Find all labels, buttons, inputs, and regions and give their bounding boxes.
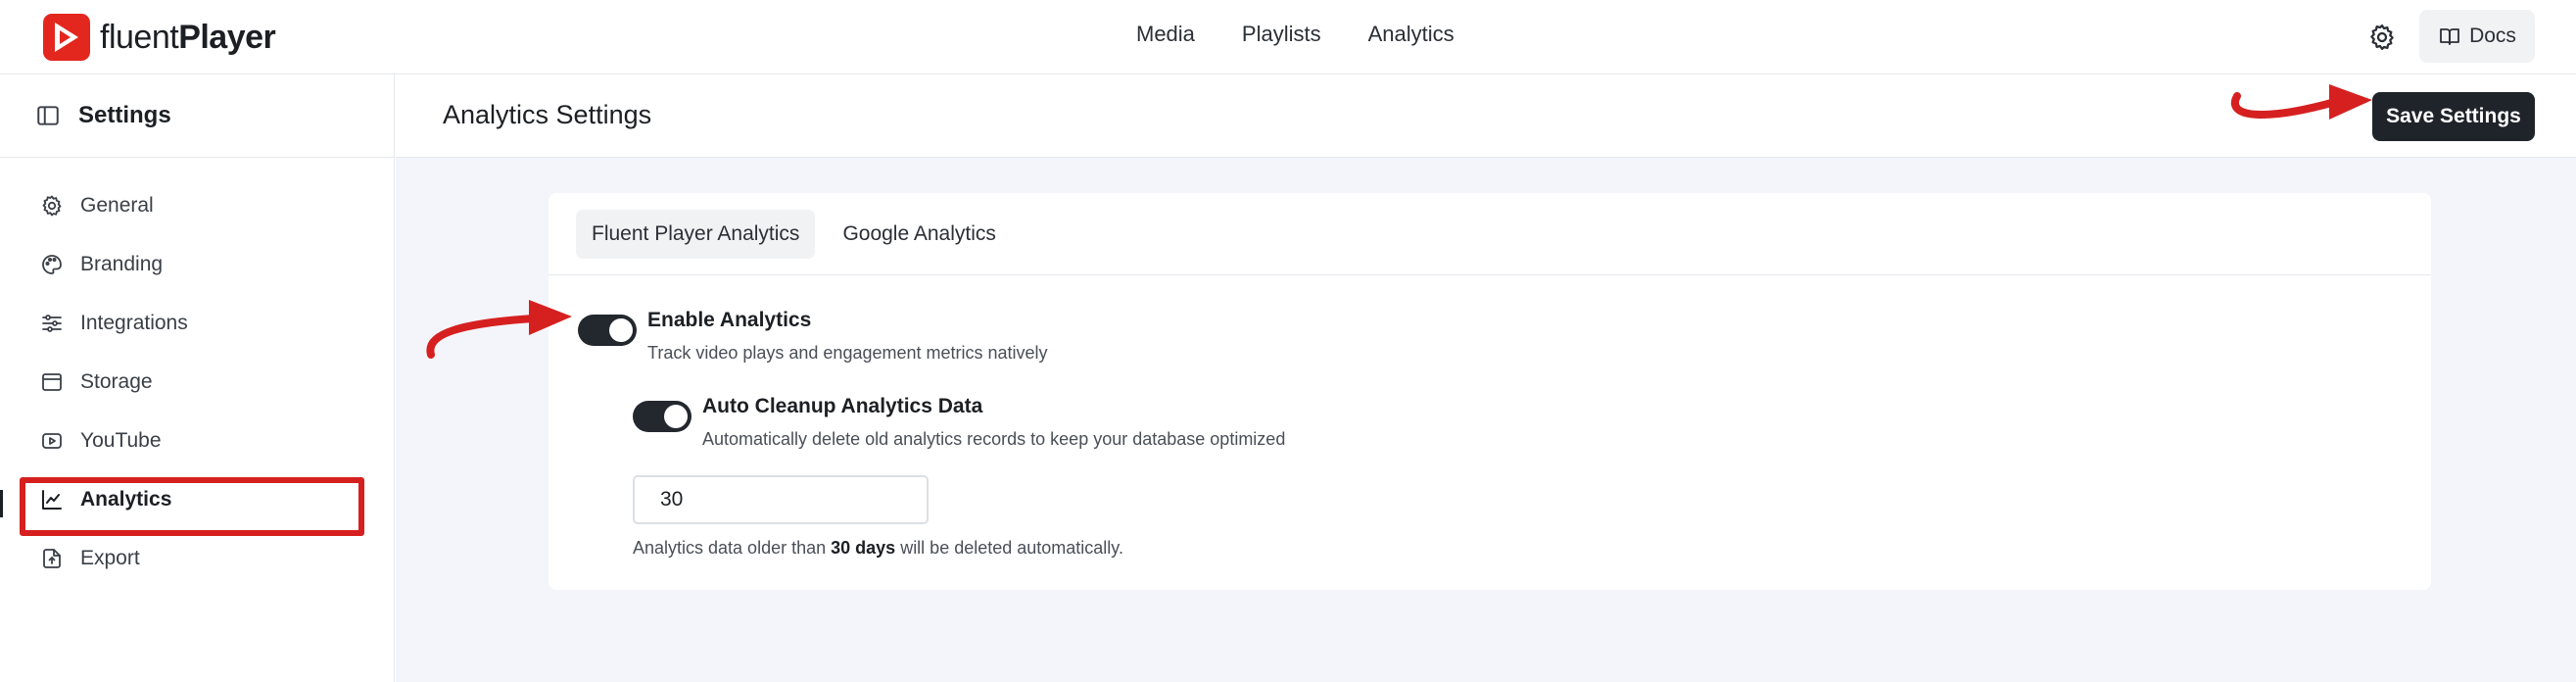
enable-analytics-title: Enable Analytics (647, 309, 812, 331)
page-title: Analytics Settings (443, 100, 652, 129)
sidebar-header: Settings (0, 74, 394, 158)
toggle-knob (609, 318, 633, 342)
brand-name-light: fluent (100, 18, 179, 56)
content-header: Analytics Settings Save Settings (396, 74, 2576, 158)
retention-help-text: Analytics data older than 30 days will b… (633, 538, 1123, 559)
retention-help-prefix: Analytics data older than (633, 538, 832, 558)
top-navigation: Media Playlists Analytics (1136, 22, 1455, 47)
palette-icon (39, 252, 65, 277)
retention-help-suffix: will be deleted automatically. (895, 538, 1123, 558)
nav-media[interactable]: Media (1136, 22, 1195, 47)
sidebar-item-general[interactable]: General (0, 176, 395, 235)
sidebar-item-label: Storage (80, 370, 153, 393)
brand-name-bold: Player (178, 18, 276, 56)
tab-google-analytics[interactable]: Google Analytics (827, 210, 1011, 259)
play-logo-icon (43, 14, 90, 61)
nav-analytics[interactable]: Analytics (1368, 22, 1455, 47)
sidebar-item-label: YouTube (80, 429, 162, 452)
sidebar-item-branding[interactable]: Branding (0, 235, 395, 294)
sidebar-title: Settings (78, 102, 171, 128)
book-icon (2440, 28, 2459, 45)
sidebar-item-storage[interactable]: Storage (0, 353, 395, 412)
auto-cleanup-title: Auto Cleanup Analytics Data (702, 395, 983, 417)
main-content: Analytics Settings Save Settings Fluent … (396, 74, 2576, 682)
nav-playlists[interactable]: Playlists (1242, 22, 1321, 47)
tab-fluent-player-analytics[interactable]: Fluent Player Analytics (576, 209, 816, 259)
analytics-tabs: Fluent Player Analytics Google Analytics (549, 193, 2431, 275)
save-settings-button[interactable]: Save Settings (2372, 92, 2535, 141)
retention-help-days: 30 days (831, 538, 896, 558)
auto-cleanup-desc: Automatically delete old analytics recor… (702, 429, 1286, 449)
retention-days-input[interactable] (633, 475, 929, 524)
gear-icon (2370, 24, 2394, 50)
auto-cleanup-toggle[interactable] (633, 401, 692, 432)
sidebar-item-integrations[interactable]: Integrations (0, 294, 395, 353)
export-icon (39, 546, 65, 571)
settings-button[interactable] (2362, 18, 2402, 57)
gear-icon (39, 193, 65, 219)
sidebar-item-label: Branding (80, 253, 164, 275)
sidebar-item-label: Export (80, 547, 140, 569)
brand-logo[interactable]: fluentPlayer (43, 14, 276, 61)
sidebar-menu: General Branding Integrations Storage Yo… (0, 176, 395, 588)
sidebar-item-export[interactable]: Export (0, 529, 395, 588)
sidebar-item-label: Analytics (80, 488, 172, 511)
enable-analytics-toggle[interactable] (578, 315, 637, 346)
brand-name: fluentPlayer (100, 18, 276, 57)
docs-button[interactable]: Docs (2419, 10, 2535, 63)
storage-icon (39, 369, 65, 395)
sidebar-item-label: Integrations (80, 312, 188, 334)
settings-sidebar: Settings General Branding Integrations S… (0, 74, 395, 682)
sliders-icon (39, 311, 65, 336)
sidebar-item-analytics[interactable]: Analytics (0, 470, 395, 529)
sidebar-item-youtube[interactable]: YouTube (0, 412, 395, 470)
sidebar-toggle-icon[interactable] (35, 103, 61, 128)
docs-label: Docs (2469, 24, 2516, 47)
sidebar-item-label: General (80, 194, 154, 217)
top-bar: fluentPlayer Media Playlists Analytics D… (0, 0, 2576, 74)
enable-analytics-desc: Track video plays and engagement metrics… (647, 343, 1048, 363)
youtube-icon (39, 428, 65, 454)
analytics-card: Fluent Player Analytics Google Analytics… (549, 193, 2431, 590)
active-indicator (0, 490, 3, 517)
chart-icon (39, 487, 65, 512)
toggle-knob (664, 405, 688, 428)
